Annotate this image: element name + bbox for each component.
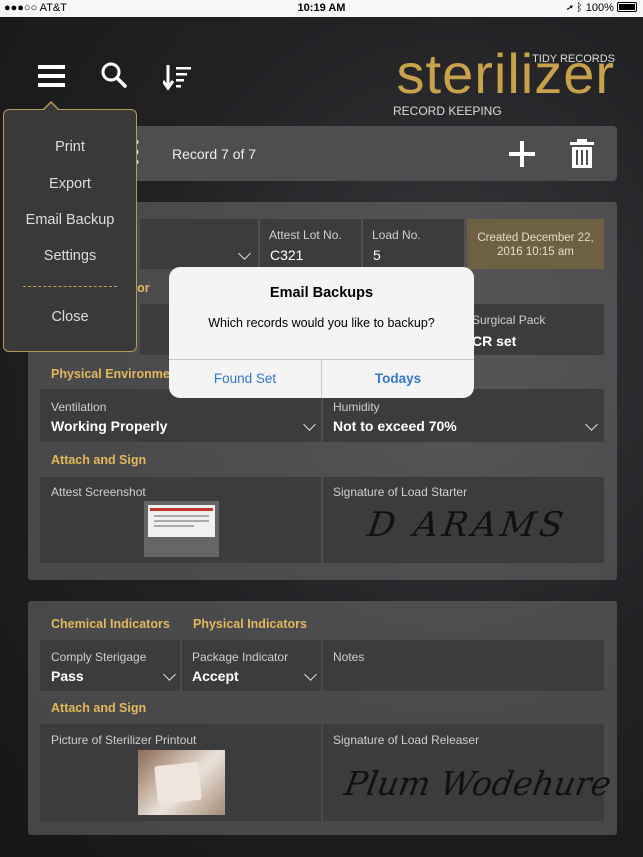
attest-lot-field[interactable]: Attest Lot No. C321: [260, 219, 361, 269]
record-counter: Record 7 of 7: [172, 146, 257, 162]
humidity-value: Not to exceed 70%: [333, 418, 457, 434]
load-no-label: Load No.: [372, 228, 421, 242]
load-starter-signature: D ARAMS: [365, 505, 570, 545]
location-icon: ➚: [566, 2, 574, 14]
logo-record-keeping: RECORD KEEPING: [393, 104, 502, 118]
attest-screenshot-field[interactable]: Attest Screenshot: [40, 477, 321, 563]
notes-label: Notes: [333, 650, 365, 664]
status-bar: ●●●○○ AT&T 10:19 AM ➚ ᛒ 100%: [0, 0, 643, 17]
menu-arrow-fill: [43, 103, 59, 111]
chemical-indicators-title: Chemical Indicators: [51, 617, 170, 631]
attest-lot-value: C321: [270, 247, 304, 263]
chevron-down-icon: [585, 418, 598, 431]
trash-icon[interactable]: [569, 139, 595, 168]
created-date-text: Created December 22, 2016 10:15 am: [477, 232, 594, 258]
load-starter-signature-field[interactable]: Signature of Load Starter D ARAMS: [323, 477, 604, 563]
menu-item-email-backup[interactable]: Email Backup: [4, 212, 136, 228]
surgical-pack-field[interactable]: Surgical Pack CR set: [464, 304, 604, 355]
hamburger-menu-icon[interactable]: [38, 64, 65, 88]
chevron-down-icon: [303, 418, 316, 431]
humidity-label: Humidity: [333, 400, 380, 414]
package-indicator-select[interactable]: Package Indicator Accept: [182, 640, 321, 691]
battery-percent: 100%: [585, 2, 614, 14]
bluetooth-icon: ᛒ: [576, 2, 583, 14]
created-date-box: Created December 22, 2016 10:15 am: [467, 219, 604, 269]
sterilizer-select[interactable]: [140, 219, 258, 269]
menu-divider: [23, 286, 117, 287]
chevron-down-icon: [304, 668, 317, 681]
attach-sign-title-1: Attach and Sign: [51, 453, 147, 467]
printout-label: Picture of Sterilizer Printout: [51, 733, 197, 747]
sort-icon[interactable]: [163, 63, 193, 91]
search-icon[interactable]: [101, 62, 127, 89]
load-starter-signature-label: Signature of Load Starter: [333, 485, 468, 499]
surgical-pack-label: Surgical Pack: [472, 313, 546, 327]
comply-value: Pass: [51, 668, 84, 684]
app-logo: sterilizer: [396, 42, 615, 105]
load-releaser-signature: Plum Wodehure: [341, 764, 615, 803]
physical-indicators-title: Physical Indicators: [193, 617, 307, 631]
printout-photo[interactable]: [138, 750, 225, 815]
menu-item-export[interactable]: Export: [4, 176, 136, 192]
dialog-message: Which records would you like to backup?: [208, 316, 435, 330]
comply-sterigage-select[interactable]: Comply Sterigage Pass: [40, 640, 180, 691]
menu-item-settings[interactable]: Settings: [4, 248, 136, 264]
battery-icon: [617, 2, 637, 12]
email-backups-dialog: Email Backups Which records would you li…: [169, 267, 474, 398]
load-releaser-signature-field[interactable]: Signature of Load Releaser Plum Wodehure: [323, 724, 614, 821]
load-releaser-signature-label: Signature of Load Releaser: [333, 733, 480, 747]
clock-text: 10:19 AM: [297, 2, 346, 14]
package-value: Accept: [192, 668, 239, 684]
add-record-icon[interactable]: [509, 141, 535, 167]
found-set-button[interactable]: Found Set: [169, 359, 321, 398]
surgical-pack-value: CR set: [472, 333, 517, 349]
menu-item-close[interactable]: Close: [4, 309, 136, 325]
todays-button[interactable]: Todays: [322, 359, 474, 398]
load-no-value: 5: [373, 247, 381, 263]
menu-item-print[interactable]: Print: [4, 139, 136, 155]
notes-field[interactable]: Notes: [323, 640, 604, 691]
ventilation-label: Ventilation: [51, 400, 107, 414]
attest-screenshot-label: Attest Screenshot: [51, 485, 146, 499]
ventilation-value: Working Properly: [51, 418, 168, 434]
chevron-down-icon: [163, 668, 176, 681]
package-label: Package Indicator: [192, 650, 289, 664]
attest-screenshot-image[interactable]: [144, 501, 219, 557]
comply-label: Comply Sterigage: [51, 650, 147, 664]
printout-picture-field[interactable]: Picture of Sterilizer Printout: [40, 724, 321, 821]
chevron-down-icon: [238, 247, 251, 260]
attach-sign-title-2: Attach and Sign: [51, 701, 147, 715]
status-right: ➚ ᛒ 100%: [566, 2, 637, 14]
physical-environment-title: Physical Environment: [51, 367, 182, 381]
dialog-title: Email Backups: [269, 285, 374, 301]
load-no-field[interactable]: Load No. 5: [363, 219, 464, 269]
attest-lot-label: Attest Lot No.: [269, 228, 342, 242]
popover-menu: Print Export Email Backup Settings Close: [3, 109, 137, 352]
